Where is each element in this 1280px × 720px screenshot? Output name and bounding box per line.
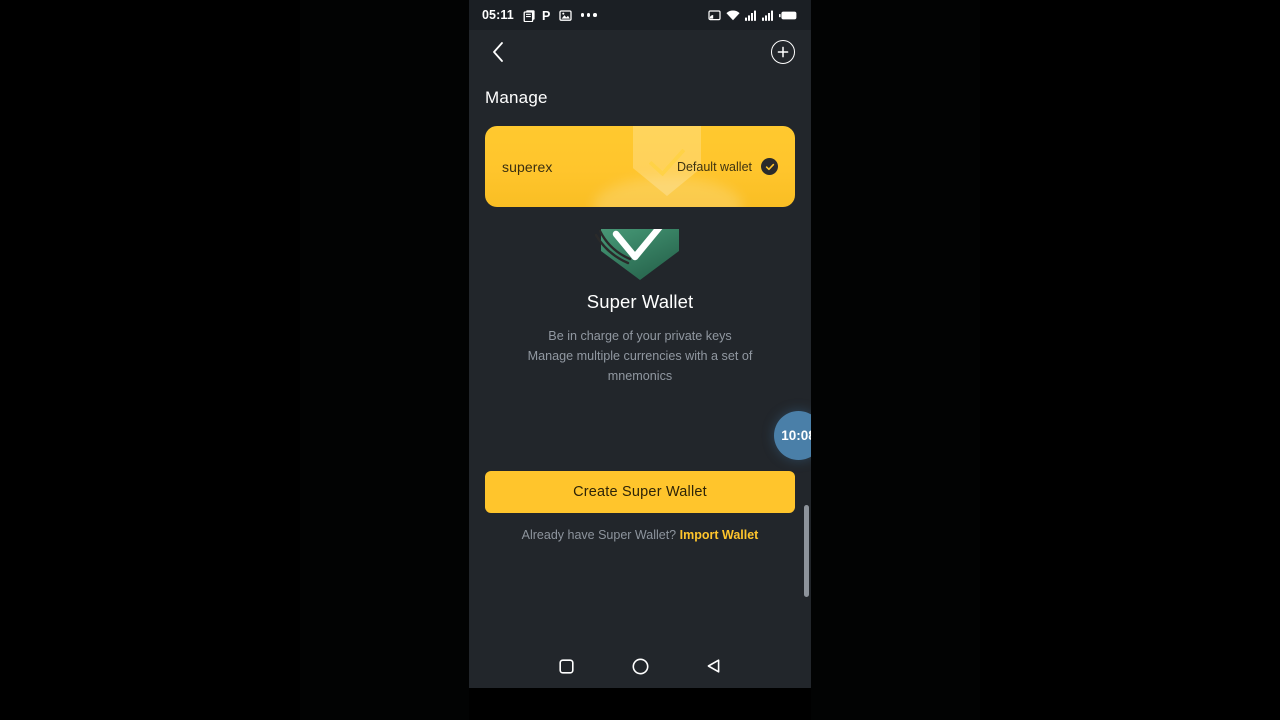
background-left-mask xyxy=(0,0,300,720)
battery-icon xyxy=(779,11,797,19)
background-right-mask xyxy=(980,0,1280,720)
app-bar xyxy=(469,30,811,74)
hero-title: Super Wallet xyxy=(586,291,694,312)
hero-description-line-3: mnemonics xyxy=(607,369,673,383)
parking-p-icon: P xyxy=(542,9,550,22)
recents-button[interactable] xyxy=(553,653,579,679)
check-circle-icon[interactable] xyxy=(761,158,778,175)
page-title: Manage xyxy=(485,88,548,107)
cast-icon xyxy=(708,9,721,20)
copy-icon xyxy=(523,9,535,22)
phone-screen: 05:11 P Manage superex Default wallet Su… xyxy=(469,0,811,720)
wallet-card-status: Default wallet xyxy=(677,158,778,175)
add-wallet-button[interactable] xyxy=(771,40,795,64)
status-bar-system-icons xyxy=(708,9,797,21)
back-button[interactable] xyxy=(485,39,511,65)
plus-icon xyxy=(777,46,789,58)
create-super-wallet-button[interactable]: Create Super Wallet xyxy=(485,471,795,513)
signal-2-icon xyxy=(762,10,773,21)
circle-icon xyxy=(632,658,648,674)
hero-description: Be in charge of your private keys Manage… xyxy=(469,326,811,386)
shield-check-illustration xyxy=(594,229,679,280)
wifi-icon xyxy=(726,9,740,20)
vertical-scrollbar[interactable] xyxy=(804,505,809,597)
svg-text:P: P xyxy=(542,9,550,22)
default-wallet-label: Default wallet xyxy=(676,159,752,174)
recording-timer-badge[interactable]: 10:08 xyxy=(774,411,811,460)
wallet-name: superex xyxy=(502,158,553,175)
triangle-back-icon xyxy=(707,659,720,673)
android-nav-bar xyxy=(469,644,811,688)
hero-description-line-1: Be in charge of your private keys xyxy=(548,329,732,343)
home-button[interactable] xyxy=(627,653,653,679)
import-prompt-text: Already have Super Wallet? xyxy=(521,528,677,542)
back-nav-button[interactable] xyxy=(701,653,727,679)
screenshot-icon xyxy=(559,9,572,21)
chevron-left-icon xyxy=(493,42,503,62)
screenshot-root: Be in Manage r e keys h a set of 10:08 0… xyxy=(0,0,1280,720)
status-bar: 05:11 P xyxy=(469,0,811,30)
overflow-dots-icon xyxy=(580,13,597,17)
signal-1-icon xyxy=(745,10,756,21)
square-icon xyxy=(558,658,574,674)
import-wallet-prompt: Already have Super Wallet? Import Wallet xyxy=(469,528,811,542)
hero-illustration-area xyxy=(469,229,811,281)
nav-bar-black-strip xyxy=(469,688,811,720)
wallet-card-superex[interactable]: superex Default wallet xyxy=(485,126,795,207)
status-bar-notification-icons: P xyxy=(523,9,597,22)
status-bar-clock: 05:11 xyxy=(482,8,514,22)
hero-description-line-2: Manage multiple currencies with a set of xyxy=(527,349,753,363)
import-wallet-link[interactable]: Import Wallet xyxy=(680,528,759,542)
